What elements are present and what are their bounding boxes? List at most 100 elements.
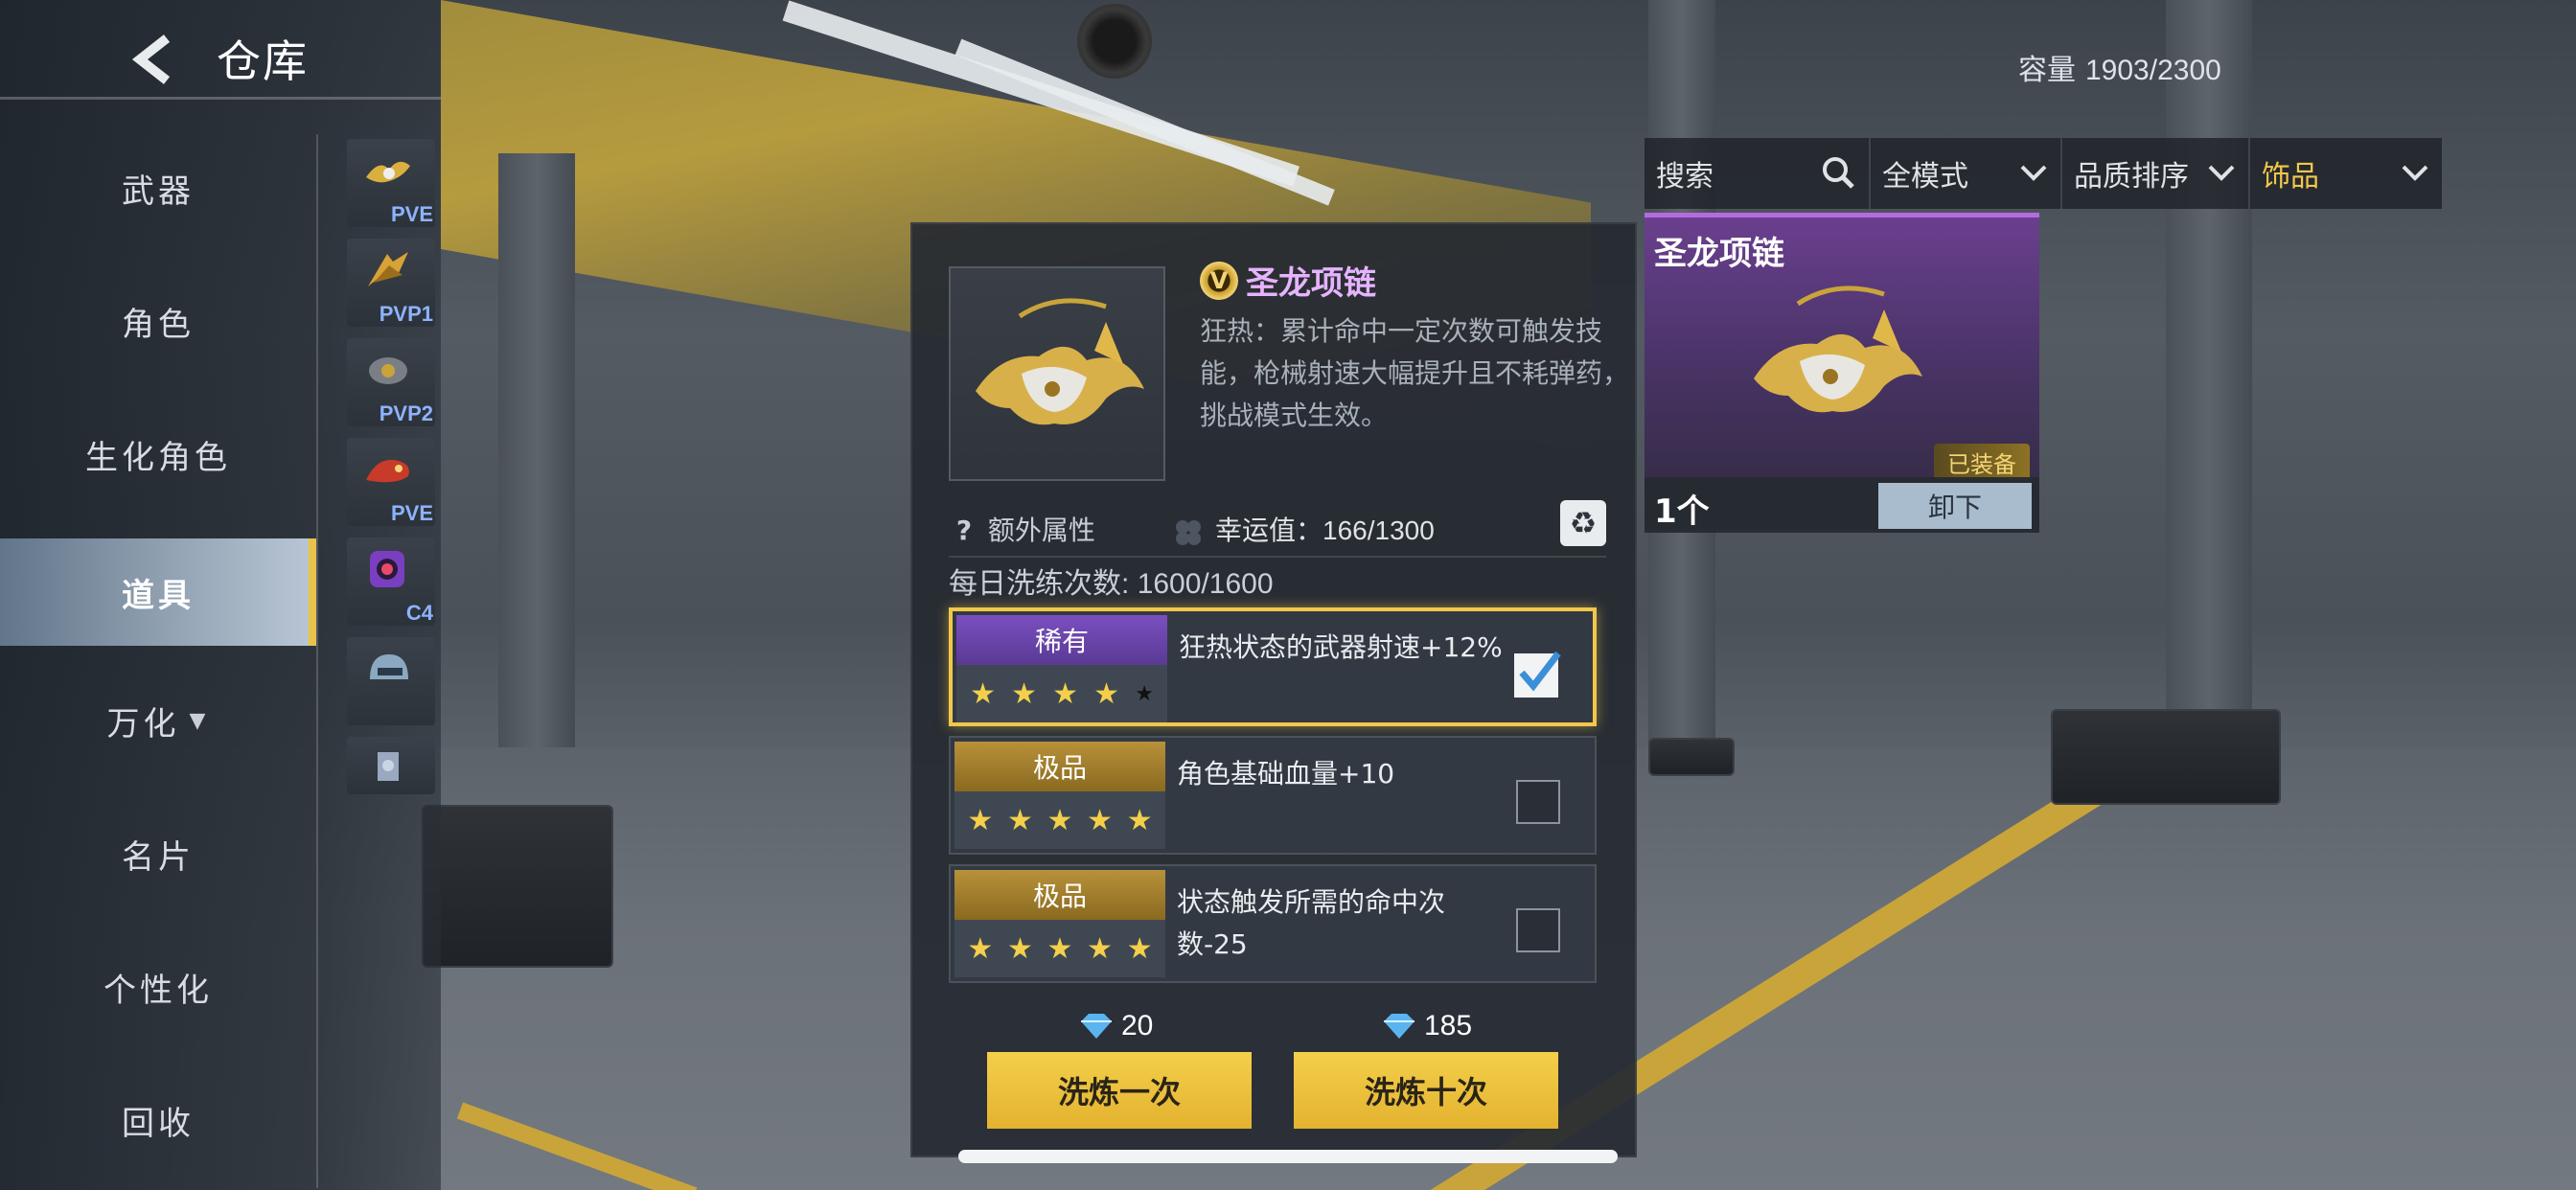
nav-label: 万化	[106, 704, 180, 744]
nav-label: 回收	[122, 1104, 195, 1143]
daily-value: 1600/1600	[1137, 568, 1274, 600]
left-panel: 仓库 武器 角色 生化角色 道具 万化 ▼ 名片 个性化 回收 PVE PVP1…	[0, 0, 441, 1190]
nav-label: 个性化	[104, 971, 213, 1010]
nav-label: 生化角色	[85, 438, 231, 477]
back-button[interactable]	[125, 29, 182, 90]
capacity: 容量 1903/2300	[2018, 46, 2221, 88]
chevron-down-icon	[2402, 165, 2428, 181]
search-icon[interactable]	[1821, 155, 1855, 190]
nav-item-wanhua[interactable]: 万化 ▼	[0, 667, 316, 774]
luck-value: 幸运值：166/1300	[1169, 510, 1435, 549]
attribute-checkbox[interactable]	[1514, 651, 1561, 698]
attribute-checkbox[interactable]	[1516, 908, 1560, 952]
subnav-tag: PVE	[390, 202, 433, 226]
extra-attr-label: 额外属性	[987, 515, 1095, 546]
attribute-text: 状态触发所需的命中次数-25	[1177, 886, 1446, 960]
star-rating: ★ ★ ★ ★ ★	[954, 920, 1165, 977]
chevron-down-icon	[2208, 165, 2235, 181]
star-icon: ★	[1052, 676, 1079, 711]
tier-label: 极品	[954, 870, 1165, 920]
star-icon: ★	[1093, 676, 1120, 711]
nav-item-recycle[interactable]: 回收	[0, 1066, 316, 1174]
attribute-card[interactable]: 极品 ★ ★ ★ ★ ★ 角色基础血量+10	[949, 736, 1597, 855]
gold-wings-icon	[368, 252, 408, 286]
help-icon: ?	[955, 515, 973, 546]
luck-number: 166/1300	[1322, 515, 1435, 545]
camera-dot	[1077, 4, 1152, 79]
subnav-item[interactable]: PVE	[347, 139, 435, 227]
category-dropdown[interactable]: 饰品	[2250, 138, 2442, 209]
nav-item-bio-characters[interactable]: 生化角色	[0, 400, 316, 508]
nav-item-characters[interactable]: 角色	[0, 267, 316, 375]
attribute-card[interactable]: 极品 ★ ★ ★ ★ ★ 状态触发所需的命中次数-25	[949, 864, 1597, 983]
unequip-button[interactable]: 卸下	[1878, 483, 2032, 529]
extra-attr-help[interactable]: ? 额外属性	[949, 510, 1095, 548]
subnav-item[interactable]: PVE	[347, 438, 435, 526]
nav-item-items[interactable]: 道具	[0, 538, 316, 646]
tier-block: 极品 ★ ★ ★ ★ ★	[954, 870, 1165, 977]
nav-label: 名片	[122, 837, 195, 877]
tier-label: 稀有	[956, 615, 1167, 665]
dragon-necklace-icon	[976, 298, 1144, 425]
item-description: 狂热：累计命中一定次数可触发技能，枪械射速大幅提升且不耗弹药，挑战模式生效。	[1200, 315, 1630, 431]
recycle-icon[interactable]: ♻	[1560, 500, 1606, 546]
nav-item-cards[interactable]: 名片	[0, 800, 316, 907]
attribute-header: ? 额外属性 幸运值：166/1300 ♻	[949, 500, 1606, 554]
nav-item-personalize[interactable]: 个性化	[0, 933, 316, 1041]
item-icon-box	[949, 266, 1165, 481]
diamond-icon	[1081, 1014, 1112, 1039]
item-name: 圣龙项链	[1246, 264, 1376, 303]
crate	[2051, 709, 2281, 805]
luck-label: 幸运值：	[1215, 515, 1323, 545]
refine-ten-button[interactable]: 洗炼十次	[1294, 1052, 1558, 1129]
tier-block: 极品 ★ ★ ★ ★ ★	[954, 742, 1165, 849]
star-icon: ★	[970, 676, 996, 711]
star-icon: ★	[1046, 803, 1073, 837]
subnav-item[interactable]: PVP1	[347, 239, 435, 327]
nav-label: 道具	[122, 576, 195, 615]
star-icon: ★	[1006, 931, 1033, 966]
subnav-item[interactable]: PVP2	[347, 338, 435, 426]
crate	[422, 805, 613, 968]
subnav-item[interactable]	[347, 737, 435, 794]
chevron-down-icon	[2020, 165, 2047, 181]
mode-dropdown[interactable]: 全模式	[1871, 138, 2062, 209]
equipped-badge: 已装备	[1934, 444, 2030, 480]
attribute-text: 角色基础血量+10	[1177, 758, 1395, 790]
sort-dropdown[interactable]: 品质排序	[2062, 138, 2250, 209]
capacity-value: 1903/2300	[2085, 55, 2221, 86]
nav-divider	[316, 134, 318, 1188]
nav-item-weapons[interactable]: 武器	[0, 134, 316, 241]
search-input[interactable]: 搜索	[1644, 138, 1871, 209]
item-card-name: 圣龙项链	[1654, 235, 1784, 273]
crate	[1648, 738, 1735, 776]
charm-icon	[378, 752, 399, 781]
tier-label: 极品	[954, 742, 1165, 791]
diamond-icon	[1384, 1014, 1414, 1039]
subnav-tag: PVP2	[379, 401, 433, 425]
refine-once-button[interactable]: 洗炼一次	[987, 1052, 1252, 1129]
refine-panel: V 圣龙项链 狂热：累计命中一定次数可触发技能，枪械射速大幅提升且不耗弹药，挑战…	[910, 222, 1637, 1157]
home-indicator[interactable]	[958, 1150, 1618, 1163]
item-title-row: V 圣龙项链	[1200, 257, 1376, 304]
refine-once-cost: 20	[1077, 1010, 1153, 1042]
subnav-item[interactable]	[347, 637, 435, 725]
star-icon: ★	[1006, 803, 1033, 837]
page-title: 仓库	[217, 35, 309, 87]
clover-icon	[1176, 519, 1201, 545]
pillar	[498, 153, 575, 747]
item-card-footer: 1个 卸下	[1644, 477, 2039, 533]
star-icon: ★	[1126, 931, 1153, 966]
attribute-card[interactable]: 稀有 ★ ★ ★ ★ ★ 狂热状态的武器射速+12%	[949, 607, 1597, 726]
subnav-tag: PVP1	[379, 302, 433, 326]
divider	[949, 556, 1606, 558]
subnav-item[interactable]: C4	[347, 538, 435, 626]
tier-block: 稀有 ★ ★ ★ ★ ★	[956, 615, 1167, 722]
star-icon: ★	[1087, 931, 1114, 966]
star-rating: ★ ★ ★ ★ ★	[954, 791, 1165, 849]
cost-value: 185	[1424, 1010, 1473, 1041]
attribute-checkbox[interactable]	[1516, 780, 1560, 824]
search-placeholder: 搜索	[1656, 160, 1714, 194]
nav-label: 武器	[122, 172, 195, 211]
back-arrow-icon	[131, 34, 171, 84]
